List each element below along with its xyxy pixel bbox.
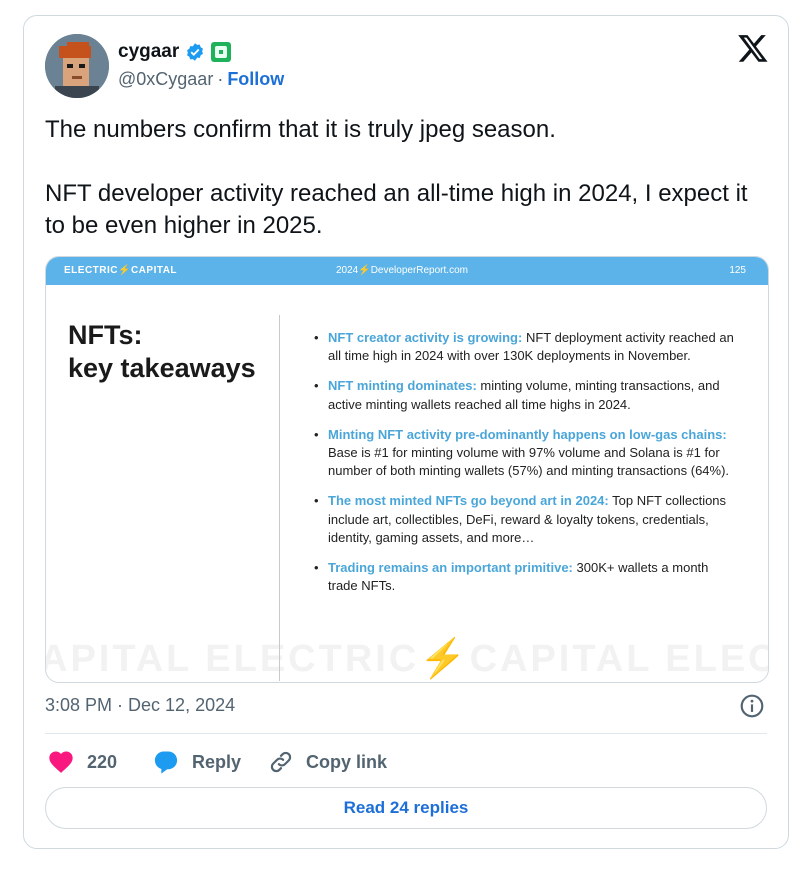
- affiliate-badge-icon: [211, 42, 232, 62]
- handle-separator: ·: [217, 69, 224, 89]
- slide-watermark: APITAL ELECTRIC⚡CAPITAL ELECT: [45, 638, 769, 680]
- slide-header-url: 2024⚡DeveloperReport.com: [336, 265, 468, 276]
- avatar-image: [45, 34, 109, 98]
- tweet-paragraph-2: NFT developer activity reached an all-ti…: [45, 180, 748, 239]
- link-icon: [270, 751, 292, 773]
- slide-page-number: 125: [729, 265, 746, 276]
- author-name-row: cygaar: [118, 40, 232, 64]
- like-button[interactable]: 220: [47, 748, 117, 776]
- bullet-highlight: Trading remains an important primitive:: [328, 560, 573, 576]
- slide-bullet: The most minted NFTs go beyond art in 20…: [314, 492, 734, 547]
- tweet-media-image[interactable]: ELECTRIC⚡CAPITAL 2024⚡DeveloperReport.co…: [45, 256, 769, 683]
- bullet-highlight: NFT minting dominates:: [328, 378, 477, 394]
- slide-title-line-1: NFTs:: [68, 320, 143, 350]
- slide-bullet: Trading remains an important primitive: …: [314, 559, 734, 595]
- bullet-highlight: NFT creator activity is growing:: [328, 330, 523, 345]
- bullet-highlight: The most minted NFTs go beyond art in 20…: [328, 493, 609, 509]
- slide-header-brand: ELECTRIC⚡CAPITAL: [64, 265, 178, 276]
- slide-bullet: Minting NFT activity pre-dominantly happ…: [314, 426, 734, 481]
- read-replies-button[interactable]: Read 24 replies: [45, 787, 767, 829]
- slide-bullet: NFT minting dominates: minting volume, m…: [314, 377, 734, 413]
- bullet-text: Base is #1 for minting volume with 97% v…: [328, 445, 730, 479]
- reply-bubble-icon: [154, 751, 178, 774]
- bullet-highlight: Minting NFT activity pre-dominantly happ…: [328, 426, 727, 442]
- info-icon[interactable]: [739, 693, 765, 719]
- slide-divider: [279, 315, 280, 681]
- slide-bullet: NFT creator activity is growing: NFT dep…: [314, 329, 734, 365]
- like-count: 220: [87, 751, 118, 772]
- reply-label: Reply: [192, 751, 242, 772]
- slide-title-line-2: key takeaways: [68, 353, 256, 383]
- divider-line: [45, 733, 767, 734]
- tweet-timestamp[interactable]: 3:08 PM · Dec 12, 2024: [45, 695, 235, 716]
- verified-badge-icon: [187, 43, 204, 61]
- x-logo-icon[interactable]: [737, 32, 769, 64]
- slide-title: NFTs: key takeaways: [68, 319, 256, 385]
- tweet-text: The numbers confirm that it is truly jpe…: [45, 114, 765, 242]
- avatar[interactable]: [45, 34, 109, 98]
- author-handle-row: @0xCygaar · Follow: [118, 69, 284, 90]
- author-display-name[interactable]: cygaar: [118, 41, 179, 63]
- reply-button[interactable]: Reply: [152, 748, 241, 776]
- slide-bullet-list: NFT creator activity is growing: NFT dep…: [314, 329, 734, 607]
- copy-link-label: Copy link: [306, 751, 388, 772]
- copy-link-button[interactable]: Copy link: [268, 748, 387, 776]
- tweet-paragraph-1: The numbers confirm that it is truly jpe…: [45, 116, 556, 143]
- slide-header: ELECTRIC⚡CAPITAL 2024⚡DeveloperReport.co…: [46, 257, 768, 285]
- author-handle[interactable]: @0xCygaar: [118, 69, 213, 90]
- heart-icon: [49, 751, 73, 773]
- follow-button[interactable]: Follow: [227, 69, 284, 90]
